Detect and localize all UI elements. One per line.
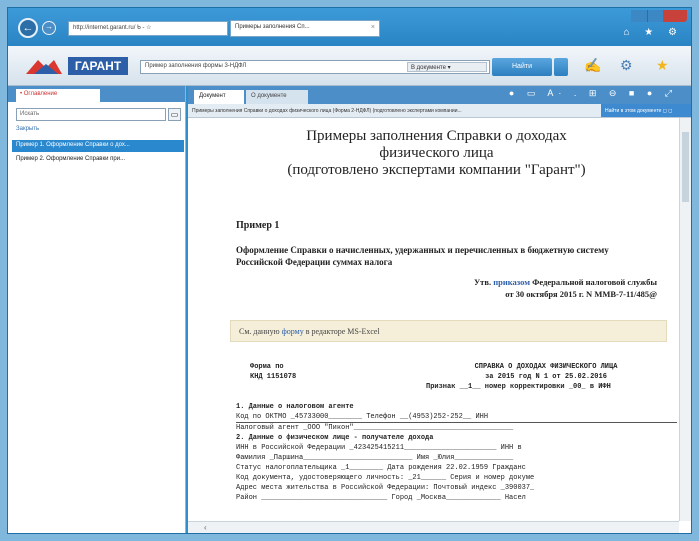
settings-icon[interactable]: ⚙: [620, 57, 633, 74]
example-description: Оформление Справки о начисленных, удержа…: [236, 245, 609, 267]
browser-titlebar: ← → http://internet.garant.ru/ ᑲ - ☆ При…: [8, 8, 691, 46]
find-options-button[interactable]: [554, 58, 568, 76]
section-line-5: ИНН в Российской Федерации _423425415211…: [236, 444, 522, 452]
address-bar[interactable]: http://internet.garant.ru/ ᑲ - ☆: [68, 21, 228, 36]
contents-item-1[interactable]: Пример 1. Оформление Справки о дох...: [12, 140, 184, 152]
contents-search-button[interactable]: ▭: [168, 108, 181, 121]
approval-date: от 30 октября 2015 г. N ММВ-7-11/485@: [505, 289, 657, 299]
form-code: Форма по КНД 1151078: [250, 362, 296, 382]
search-scope-select[interactable]: В документе ▾: [407, 62, 487, 72]
excel-note-rest: в редакторе MS-Excel: [305, 327, 380, 336]
section-line-1: 1. Данные о налоговом агенте: [236, 403, 354, 411]
contents-item-2[interactable]: Пример 2. Оформление Справки при...: [12, 154, 184, 166]
vertical-scrollbar[interactable]: [679, 118, 691, 521]
document-title: Примеры заполнения Справки о доходах физ…: [192, 108, 462, 114]
find-button[interactable]: Найти: [492, 58, 552, 76]
scroll-thumb[interactable]: [682, 132, 689, 202]
close-tab-icon[interactable]: ×: [371, 24, 375, 31]
form-code-line-2: КНД 1151078: [250, 373, 297, 381]
search-input[interactable]: Пример заполнения формы 3-НДФЛ В докумен…: [140, 60, 490, 74]
browser-tab-title: Примеры заполнения Сп...: [235, 24, 310, 30]
svg-text:ГАРАНТ: ГАРАНТ: [75, 59, 122, 73]
document-content: Примеры заполнения Справки о доходах физ…: [196, 120, 677, 521]
contents-close-link[interactable]: Закрыть: [16, 126, 39, 132]
search-input-value: Пример заполнения формы 3-НДФЛ: [145, 63, 247, 69]
forward-arrow-icon[interactable]: →: [42, 21, 56, 35]
tab-document[interactable]: Документ: [194, 90, 244, 104]
book-icon[interactable]: ✍: [584, 57, 601, 74]
contents-header: • Оглавление: [8, 86, 185, 102]
section-line-8: Код документа, удостоверяющего личность:…: [236, 474, 535, 482]
browser-window: ← → http://internet.garant.ru/ ᑲ - ☆ При…: [7, 7, 692, 534]
star-icon[interactable]: ★: [656, 57, 669, 74]
browser-toolbar-icons[interactable]: ⌂ ★ ⚙: [623, 27, 683, 38]
section-line-9: Адрес места жительства в Российской Феде…: [236, 484, 535, 492]
form-header-line-2: за 2015 год N 1 от 25.02.2016: [485, 373, 607, 381]
horizontal-scrollbar[interactable]: ‹: [188, 521, 679, 533]
contents-panel: • Оглавление Искать ▭ Закрыть Пример 1. …: [8, 86, 186, 533]
tab-about-document[interactable]: О документе: [246, 90, 308, 104]
garant-logo: ГАРАНТ: [24, 54, 134, 78]
contents-search-input[interactable]: Искать: [16, 108, 166, 121]
heading-line-1: Примеры заполнения Справки о доходах: [306, 128, 567, 144]
section-line-2: Код по ОКТМО _45733000________ Телефон _…: [236, 413, 489, 421]
garant-toolbar: ГАРАНТ Пример заполнения формы 3-НДФЛ В …: [8, 46, 691, 86]
form-header-line-3: Признак __1__ номер корректировки _00_ в…: [426, 383, 611, 391]
form-header: СПРАВКА О ДОХОДАХ ФИЗИЧЕСКОГО ЛИЦА за 20…: [426, 362, 666, 392]
window-controls: [631, 10, 687, 22]
approval-rest: Федеральной налоговой службы: [532, 277, 657, 287]
maximize-button[interactable]: [647, 10, 663, 22]
example-title: Пример 1: [236, 220, 280, 231]
document-heading: Примеры заполнения Справки о доходах физ…: [216, 128, 657, 179]
section-line-6: Фамилия _Паршина________________________…: [236, 454, 514, 462]
heading-line-3: (подготовлено экспертами компании "Гаран…: [287, 162, 586, 178]
approval-note: Утв. приказом Федеральной налоговой служ…: [397, 276, 657, 300]
browser-tab[interactable]: Примеры заполнения Сп... ×: [230, 20, 380, 37]
scroll-left-icon[interactable]: ‹: [204, 523, 207, 532]
excel-form-link[interactable]: форму: [282, 327, 304, 336]
tab-contents[interactable]: • Оглавление: [16, 89, 100, 102]
document-toolbar-icons[interactable]: ● ▭ A· . ⊞ ⊖ ■ ● ⤢: [509, 88, 677, 99]
document-title-bar: Примеры заполнения Справки о доходах физ…: [188, 104, 691, 118]
approval-prefix: Утв.: [473, 277, 492, 287]
document-tabs: Документ О документе ● ▭ A· . ⊞ ⊖ ■ ● ⤢: [188, 86, 691, 104]
form-code-line-1: Форма по: [250, 363, 284, 371]
section-line-10: Район ______________________________ Гор…: [236, 494, 526, 502]
find-in-document-button[interactable]: Найти в этом документе ◻ ◻: [601, 104, 691, 117]
form-header-line-1: СПРАВКА О ДОХОДАХ ФИЗИЧЕСКОГО ЛИЦА: [474, 363, 618, 371]
excel-note-prefix: См. данную: [239, 327, 280, 336]
excel-note: См. данную форму в редакторе MS-Excel: [230, 320, 667, 342]
heading-line-2: физического лица: [379, 145, 494, 161]
section-line-4: 2. Данные о физическом лице - получателе…: [236, 434, 434, 442]
order-link[interactable]: приказом: [493, 277, 530, 287]
minimize-button[interactable]: [631, 10, 647, 22]
section-line-7: Статус налогоплательщика _1________ Дата…: [236, 464, 526, 472]
section-line-3: Налоговый агент _ООО "Пикон"____________…: [236, 424, 514, 432]
back-arrow-icon[interactable]: ←: [18, 18, 38, 38]
document-area: Документ О документе ● ▭ A· . ⊞ ⊖ ■ ● ⤢ …: [188, 86, 691, 533]
